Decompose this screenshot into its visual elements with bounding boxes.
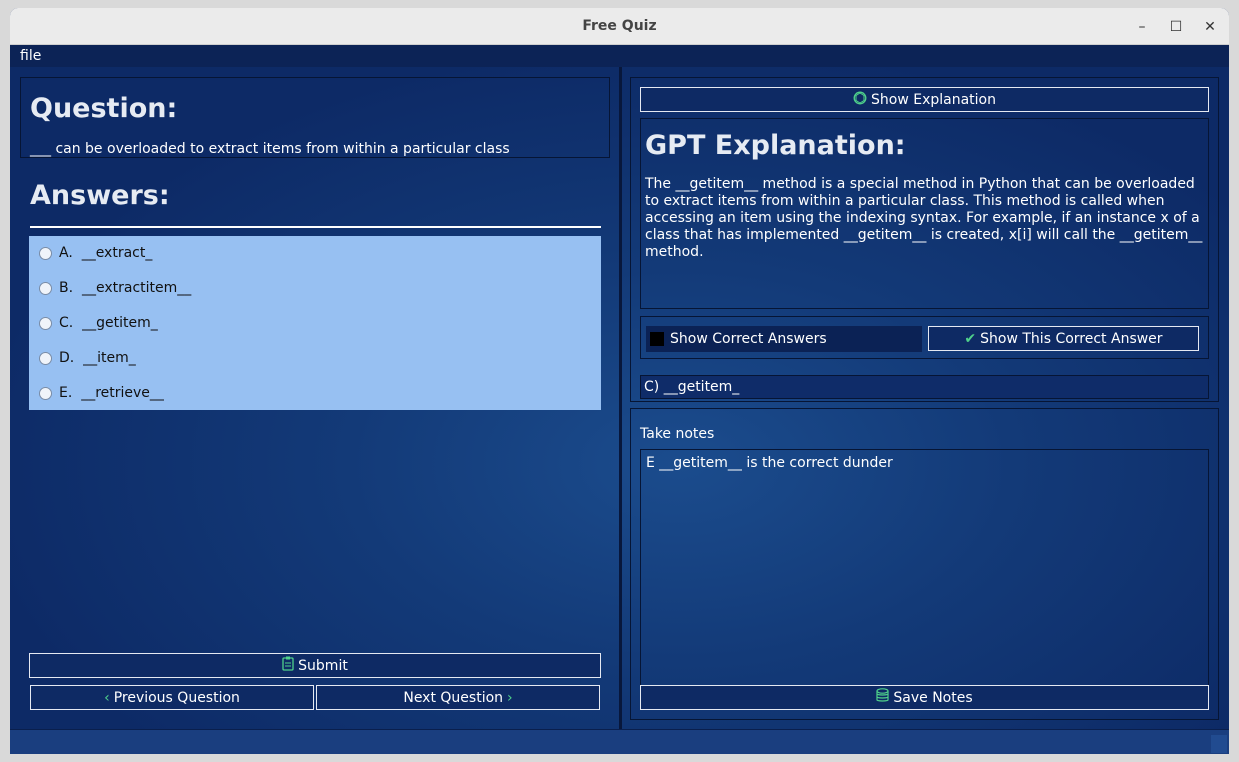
checkbox-label: Show Correct Answers bbox=[670, 331, 827, 347]
question-text: ___ can be overloaded to extract items f… bbox=[30, 141, 510, 157]
radio-button[interactable] bbox=[39, 281, 52, 295]
show-this-correct-label: Show This Correct Answer bbox=[980, 330, 1163, 347]
answer-option-c[interactable]: C. __getitem_ bbox=[39, 312, 158, 334]
answer-text: __retrieve__ bbox=[81, 385, 164, 401]
answers-divider bbox=[30, 226, 601, 228]
explanation-text: The __getitem__ method is a special meth… bbox=[645, 176, 1203, 260]
notes-label: Take notes bbox=[640, 426, 715, 442]
answers-list: A. __extract_ B. __extractitem__ C. __ge… bbox=[29, 236, 601, 410]
check-icon: ✔ bbox=[964, 330, 977, 347]
answer-text: __getitem_ bbox=[82, 315, 158, 331]
answer-letter: E. bbox=[59, 385, 73, 401]
close-button[interactable]: ✕ bbox=[1199, 16, 1221, 38]
openai-icon bbox=[853, 91, 867, 109]
next-question-button[interactable]: Next Question › bbox=[316, 685, 600, 710]
resize-grip[interactable] bbox=[1211, 735, 1227, 753]
answer-letter: C. bbox=[59, 315, 74, 331]
answers-heading: Answers: bbox=[30, 180, 170, 211]
radio-button[interactable] bbox=[39, 386, 52, 400]
answer-option-e[interactable]: E. __retrieve__ bbox=[39, 382, 164, 404]
answer-option-a[interactable]: A. __extract_ bbox=[39, 242, 152, 264]
show-explanation-label: Show Explanation bbox=[871, 91, 996, 108]
correct-answer-display: C) __getitem_ bbox=[640, 375, 1209, 399]
answer-letter: B. bbox=[59, 280, 74, 296]
answer-text: __extractitem__ bbox=[81, 280, 192, 296]
app-window: Free Quiz – ☐ ✕ file Question: ___ can b… bbox=[10, 8, 1229, 754]
answer-letter: A. bbox=[59, 245, 73, 261]
window-title: Free Quiz bbox=[582, 18, 657, 34]
radio-button[interactable] bbox=[39, 351, 52, 365]
submit-button[interactable]: Submit bbox=[29, 653, 601, 678]
save-notes-button[interactable]: Save Notes bbox=[640, 685, 1209, 710]
previous-question-button[interactable]: ‹ Previous Question bbox=[30, 685, 314, 710]
show-explanation-button[interactable]: Show Explanation bbox=[640, 87, 1209, 112]
main-area: Question: ___ can be overloaded to extra… bbox=[10, 67, 1229, 729]
maximize-button[interactable]: ☐ bbox=[1165, 16, 1187, 38]
show-this-correct-answer-button[interactable]: ✔ Show This Correct Answer bbox=[928, 326, 1199, 351]
pane-divider[interactable] bbox=[619, 67, 622, 729]
answer-text: __item_ bbox=[83, 350, 136, 366]
database-icon bbox=[876, 688, 889, 707]
menu-bar: file bbox=[10, 45, 1229, 67]
save-notes-label: Save Notes bbox=[893, 689, 973, 706]
submit-label: Submit bbox=[298, 657, 348, 674]
title-bar: Free Quiz – ☐ ✕ bbox=[10, 8, 1229, 45]
checkbox[interactable] bbox=[650, 332, 664, 346]
answer-option-d[interactable]: D. __item_ bbox=[39, 347, 136, 369]
next-label: Next Question bbox=[403, 689, 504, 706]
explanation-heading: GPT Explanation: bbox=[645, 130, 906, 161]
status-bar bbox=[10, 729, 1229, 754]
menu-file[interactable]: file bbox=[20, 48, 41, 64]
minimize-button[interactable]: – bbox=[1131, 16, 1153, 38]
chevron-left-icon: ‹ bbox=[104, 689, 110, 706]
answer-letter: D. bbox=[59, 350, 75, 366]
clipboard-icon bbox=[282, 656, 294, 675]
notes-textarea[interactable]: E __getitem__ is the correct dunder bbox=[640, 449, 1209, 686]
radio-button[interactable] bbox=[39, 246, 52, 260]
question-heading: Question: bbox=[30, 93, 178, 124]
show-correct-answers-toggle[interactable]: Show Correct Answers bbox=[646, 326, 922, 352]
previous-label: Previous Question bbox=[113, 689, 240, 706]
chevron-right-icon: › bbox=[507, 689, 513, 706]
answer-text: __extract_ bbox=[81, 245, 153, 261]
answer-option-b[interactable]: B. __extractitem__ bbox=[39, 277, 191, 299]
radio-button[interactable] bbox=[39, 316, 52, 330]
